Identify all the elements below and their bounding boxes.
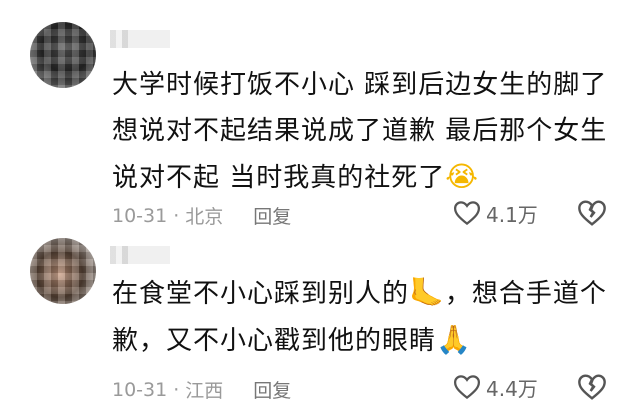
comment-date: 10-31 (112, 204, 168, 227)
comment-text: 大学时候打饭不小心 踩到后边女生的脚了 想说对不起结果说成了道歉 最后那个女生 … (112, 62, 614, 201)
reply-button[interactable]: 回复 (253, 202, 291, 229)
heart-icon (453, 201, 481, 226)
praying-hands-icon: 🙏 (436, 323, 472, 356)
crying-face-icon: 😭 (445, 160, 479, 193)
comment-meta: 10-31 · 江西 回复 (112, 376, 291, 403)
avatar[interactable] (30, 238, 96, 304)
comment-line: 说对不起 当时我真的社死了😭 (112, 160, 479, 193)
broken-heart-icon[interactable] (576, 197, 608, 229)
comment-line: 想说对不起结果说成了道歉 最后那个女生 (112, 116, 608, 146)
meta-separator: · (173, 378, 180, 401)
comment-item: 在食堂不小心踩到别人的🦶，想合手道个 歉，又不小心戳到他的眼睛🙏 10-31 ·… (0, 238, 640, 411)
like-button[interactable]: 4.4万 (452, 372, 538, 402)
comment-item: 大学时候打饭不小心 踩到后边女生的脚了 想说对不起结果说成了道歉 最后那个女生 … (0, 22, 640, 232)
comment-date: 10-31 (112, 378, 168, 401)
comment-line: 大学时候打饭不小心 踩到后边女生的脚了 (112, 70, 608, 100)
meta-separator: · (173, 204, 180, 227)
comment-location: 江西 (185, 380, 224, 402)
heart-icon (453, 375, 481, 400)
username-blurred[interactable] (110, 246, 170, 264)
comment-line: 在食堂不小心踩到别人的🦶，想合手道个 (112, 276, 607, 309)
username-blurred[interactable] (110, 30, 170, 48)
broken-heart-icon[interactable] (576, 371, 608, 403)
like-count: 4.1万 (486, 202, 538, 227)
avatar[interactable] (30, 22, 96, 88)
like-count: 4.4万 (486, 376, 538, 401)
comment-meta: 10-31 · 北京 回复 (112, 202, 291, 229)
comment-line: 歉，又不小心戳到他的眼睛🙏 (112, 323, 472, 356)
foot-icon: 🦶 (409, 276, 445, 309)
comment-location: 北京 (185, 206, 224, 228)
reply-button[interactable]: 回复 (253, 376, 291, 403)
like-button[interactable]: 4.1万 (452, 198, 538, 228)
comment-text: 在食堂不小心踩到别人的🦶，想合手道个 歉，又不小心戳到他的眼睛🙏 (112, 270, 614, 364)
